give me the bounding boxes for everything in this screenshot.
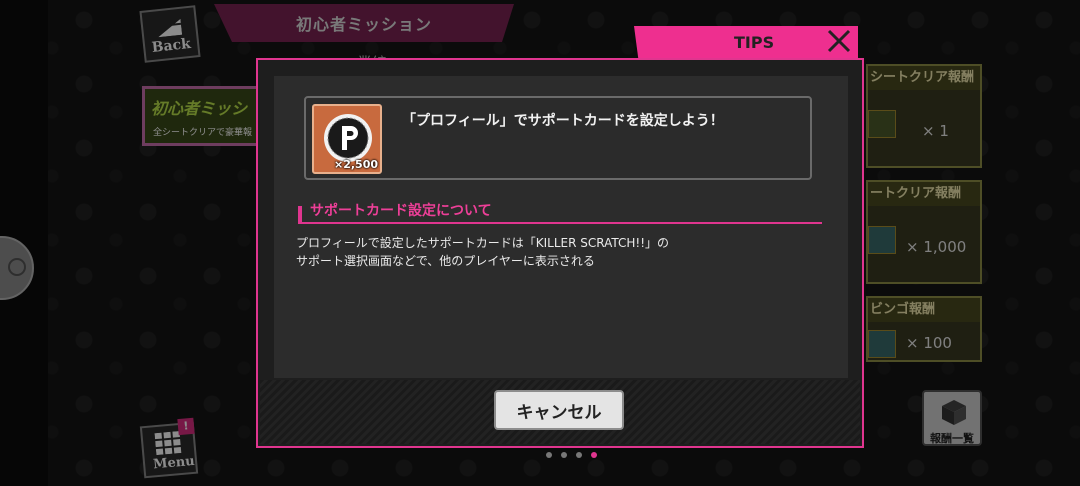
description-text: プロフィールで設定したサポートカードは「KILLER SCRATCH!!」の サ… bbox=[296, 234, 669, 270]
page-dot[interactable] bbox=[591, 452, 597, 458]
close-button[interactable] bbox=[824, 26, 854, 56]
cancel-button[interactable]: キャンセル bbox=[494, 390, 624, 430]
close-icon bbox=[827, 29, 851, 53]
tips-title: TIPS bbox=[734, 33, 775, 52]
reward-quantity: ×2,500 bbox=[333, 158, 378, 171]
p-coin-icon bbox=[324, 114, 372, 162]
tips-dialog: ×2,500 「プロフィール」でサポートカードを設定しよう！ サポートカード設定… bbox=[256, 58, 864, 448]
heading-rule bbox=[298, 222, 822, 224]
description-line-1: プロフィールで設定したサポートカードは「KILLER SCRATCH!!」の bbox=[296, 236, 670, 250]
heading-accent-bar bbox=[298, 206, 302, 222]
mission-text: 「プロフィール」でサポートカードを設定しよう！ bbox=[402, 113, 724, 129]
description-line-2: サポート選択画面などで、他のプレイヤーに表示される bbox=[296, 254, 595, 268]
page-dot[interactable] bbox=[561, 452, 567, 458]
page-dot[interactable] bbox=[546, 452, 552, 458]
section-heading-text: サポートカード設定について bbox=[310, 203, 492, 219]
pagination-dots bbox=[546, 452, 597, 458]
mission-card: ×2,500 「プロフィール」でサポートカードを設定しよう！ bbox=[304, 96, 812, 180]
section-heading: サポートカード設定について bbox=[298, 200, 822, 224]
page-dot[interactable] bbox=[576, 452, 582, 458]
profile-point-reward: ×2,500 bbox=[312, 104, 382, 174]
